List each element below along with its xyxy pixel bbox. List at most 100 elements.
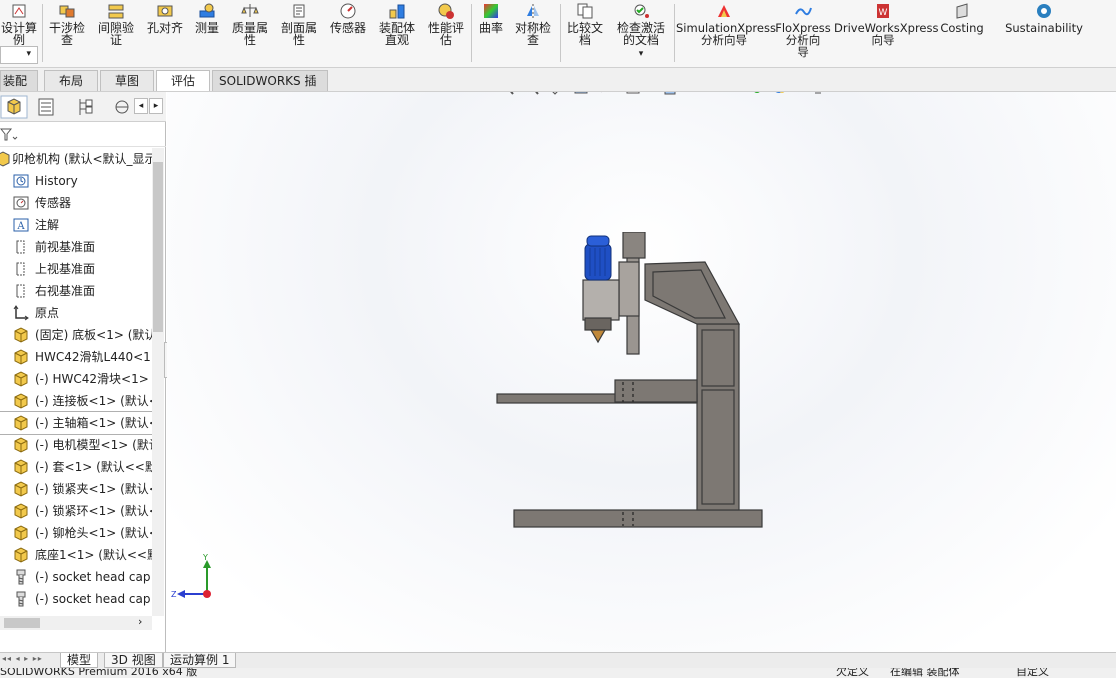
riveting-machine-model[interactable] bbox=[487, 232, 767, 532]
tab-scroll-arrows[interactable]: ◂◂ ◂ ▸ ▸▸ bbox=[2, 654, 52, 667]
section-properties-button[interactable]: 剖面属 性 bbox=[276, 0, 322, 66]
tree-node-label: (-) socket head cap bbox=[35, 570, 151, 584]
tree-horizontal-scroll-thumb[interactable] bbox=[4, 618, 40, 628]
hole-alignment-button[interactable]: 孔对齐 bbox=[142, 0, 188, 66]
costing-button[interactable]: Costing bbox=[936, 0, 988, 66]
tab-3d-view[interactable]: 3D 视图 bbox=[104, 653, 163, 668]
tree-node[interactable]: A 注解 bbox=[0, 214, 152, 236]
performance-eval-button[interactable]: 性能评 估 bbox=[424, 0, 468, 66]
simulationxpress-button[interactable]: SimulationXpress 分析向导 bbox=[676, 0, 776, 66]
tab-model[interactable]: 模型 bbox=[60, 653, 99, 668]
screw-icon bbox=[16, 591, 26, 607]
check-active-doc-icon bbox=[634, 4, 649, 18]
ribbon-separator bbox=[674, 4, 675, 62]
tree-node[interactable]: 前视基准面 bbox=[0, 236, 152, 258]
status-bar: SOLIDWORKS Premium 2016 x64 版 欠定义 在编辑 装配… bbox=[0, 668, 1116, 678]
tree-node[interactable]: 传感器 bbox=[0, 192, 152, 214]
graphics-area[interactable]: ▾ ▾ ▾ ▾ ▾ bbox=[167, 92, 1116, 652]
tree-root-assembly[interactable]: 卯枪机构 (默认<默认_显示 bbox=[0, 148, 152, 170]
feature-tree-tab-icon[interactable] bbox=[0, 95, 28, 119]
symmetry-check-button[interactable]: 对称检 查 bbox=[510, 0, 556, 66]
view-orientation-icon[interactable]: ▾ bbox=[626, 92, 650, 94]
tree-vertical-scrollbar[interactable] bbox=[152, 148, 164, 616]
assemblyxpert-icon bbox=[389, 4, 405, 19]
status-units[interactable]: 自定义 bbox=[1016, 668, 1049, 678]
svg-text:A: A bbox=[16, 221, 25, 232]
design-study-dropdown[interactable]: ▾ bbox=[0, 46, 38, 64]
edit-appearance-icon[interactable] bbox=[747, 92, 761, 93]
tree-node-label: (-) 电机模型<1> (默认 bbox=[35, 438, 152, 452]
tree-node[interactable]: 右视基准面 bbox=[0, 280, 152, 302]
measure-button[interactable]: 测量 bbox=[190, 0, 224, 66]
filter-icon[interactable] bbox=[0, 128, 18, 142]
tab-assembly[interactable]: 装配体 bbox=[0, 70, 38, 108]
tabs-scroll-left[interactable]: ◂ bbox=[134, 98, 148, 114]
clearance-verify-icon bbox=[108, 4, 124, 19]
sensor-button[interactable]: 传感器 bbox=[326, 0, 370, 66]
tree-node[interactable]: (-) 锁紧环<1> (默认< bbox=[0, 500, 152, 522]
tree-node[interactable]: (-) 电机模型<1> (默认 bbox=[0, 434, 152, 456]
clearance-verify-button[interactable]: 间隙验 证 bbox=[94, 0, 138, 66]
tree-node[interactable]: (-) socket head cap bbox=[0, 588, 152, 610]
column bbox=[696, 323, 740, 511]
tree-node[interactable]: (-) 主轴箱<1> (默认< bbox=[0, 411, 152, 435]
status-definition: 欠定义 bbox=[836, 668, 869, 678]
base-plate bbox=[513, 509, 763, 528]
driveworksxpress-button[interactable]: W DriveWorksXpress 向导 bbox=[834, 0, 938, 66]
configuration-manager-tab-icon[interactable] bbox=[72, 95, 100, 119]
tree-node[interactable]: (-) 连接板<1> (默认< bbox=[0, 390, 152, 412]
mass-properties-icon bbox=[241, 4, 259, 17]
zoom-to-area-icon[interactable] bbox=[526, 92, 539, 95]
tree-node[interactable]: (-) 锁紧夹<1> (默认< bbox=[0, 478, 152, 500]
floxpress-icon bbox=[795, 7, 812, 16]
triad-z-label: Z bbox=[171, 590, 177, 599]
assemblyxpert-button[interactable]: 装配体 直观 bbox=[374, 0, 420, 66]
tree-node[interactable]: (-) socket head cap bbox=[0, 566, 152, 588]
tab-sketch[interactable]: 草图 bbox=[100, 70, 154, 91]
tree-node-label: History bbox=[35, 174, 78, 188]
tab-motion-study[interactable]: 运动算例 1 bbox=[163, 653, 237, 668]
display-style-icon[interactable]: ▾ bbox=[664, 92, 684, 95]
floxpress-button[interactable]: FloXpress 分析向 导 bbox=[774, 0, 832, 66]
tree-node[interactable]: (-) 套<1> (默认<<默 bbox=[0, 456, 152, 478]
zoom-to-fit-icon[interactable] bbox=[501, 92, 514, 95]
tree-node[interactable]: 原点 bbox=[0, 302, 152, 324]
mass-properties-button[interactable]: 质量属 性 bbox=[228, 0, 272, 66]
tree-node[interactable]: (-) 铆枪头<1> (默认< bbox=[0, 522, 152, 544]
curvature-button[interactable]: 曲率 bbox=[474, 0, 508, 66]
tree-node[interactable]: (-) HWC42滑块<1> ( bbox=[0, 368, 152, 390]
interference-check-button[interactable]: 干涉检 查 bbox=[44, 0, 90, 66]
tree-vertical-scroll-thumb[interactable] bbox=[153, 162, 163, 332]
tree-node[interactable]: (固定) 底板<1> (默认 bbox=[0, 324, 152, 346]
check-active-doc-button[interactable]: 检查激活 的文档 ▾ bbox=[612, 0, 670, 66]
svg-text:▾: ▾ bbox=[789, 92, 794, 94]
compare-docs-button[interactable]: 比较文 档 bbox=[562, 0, 608, 66]
design-study-icon bbox=[12, 4, 26, 18]
tree-horizontal-scrollbar[interactable]: › bbox=[0, 615, 152, 630]
dimxpert-tab-icon[interactable] bbox=[108, 95, 136, 119]
tree-node-label: 右视基准面 bbox=[35, 284, 96, 298]
status-editing: 在编辑 装配体 bbox=[890, 668, 960, 678]
view-settings-icon[interactable]: ▾ bbox=[811, 92, 836, 94]
tabs-scroll-right[interactable]: ▸ bbox=[149, 98, 163, 114]
apply-scene-icon[interactable]: ▾ bbox=[773, 92, 794, 94]
tab-evaluate[interactable]: 评估 bbox=[156, 70, 210, 91]
previous-view-icon[interactable] bbox=[551, 92, 563, 95]
tree-node-label: (-) 套<1> (默认<<默 bbox=[35, 460, 152, 474]
tab-layout[interactable]: 布局 bbox=[44, 70, 98, 91]
tab-solidworks-addins[interactable]: SOLIDWORKS 插件 bbox=[212, 70, 328, 108]
chevron-right-icon[interactable]: › bbox=[138, 615, 142, 628]
svg-text:W: W bbox=[879, 8, 888, 18]
svg-text:▾: ▾ bbox=[727, 92, 732, 94]
tree-node[interactable]: 底座1<1> (默认<<默 bbox=[0, 544, 152, 566]
sustainability-button[interactable]: Sustainability bbox=[1000, 0, 1088, 66]
section-view-icon[interactable] bbox=[574, 92, 588, 94]
curvature-icon bbox=[484, 4, 498, 18]
part-icon bbox=[14, 503, 28, 519]
motor bbox=[584, 235, 612, 281]
property-manager-tab-icon[interactable] bbox=[32, 95, 60, 119]
tree-node[interactable]: HWC42滑轨L440<1> bbox=[0, 346, 152, 368]
tree-node[interactable]: History bbox=[0, 170, 152, 192]
tree-node[interactable]: 上视基准面 bbox=[0, 258, 152, 280]
hide-show-items-icon[interactable]: ▾ bbox=[708, 92, 732, 94]
